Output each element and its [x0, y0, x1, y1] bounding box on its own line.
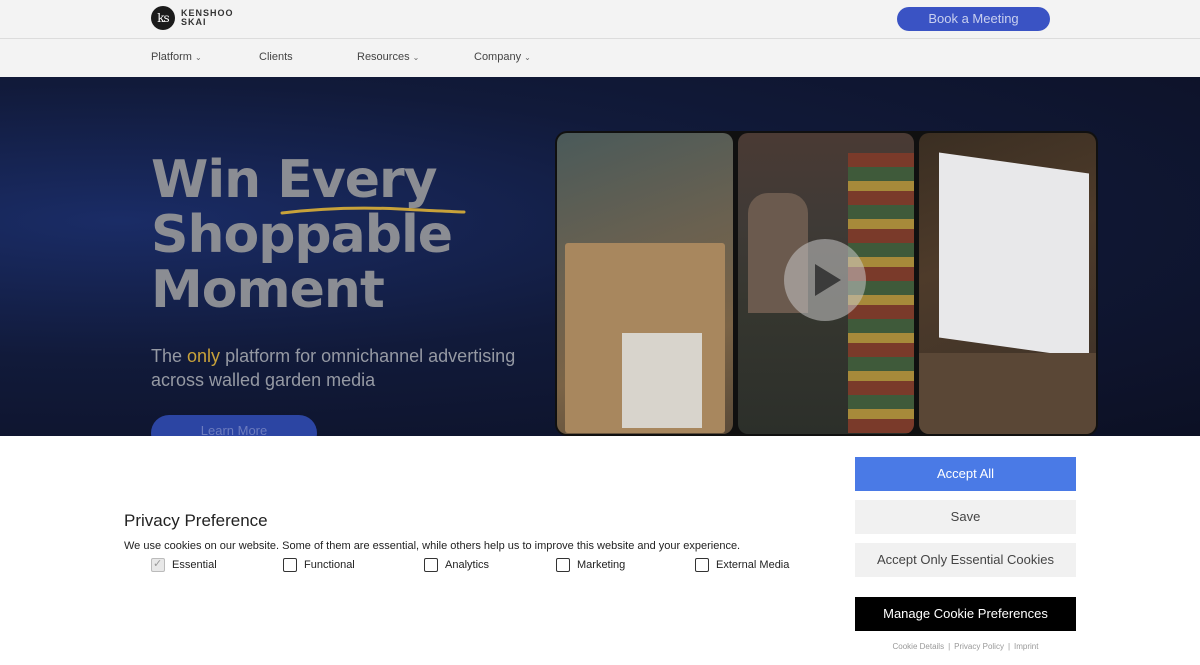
- hero-section: Win Every Shoppable Moment The only plat…: [0, 77, 1200, 437]
- cookie-option-marketing[interactable]: Marketing: [556, 558, 625, 572]
- cookie-links: Cookie Details | Privacy Policy | Imprint: [855, 642, 1076, 651]
- video-panel-packages: [557, 133, 733, 434]
- privacy-policy-link[interactable]: Privacy Policy: [954, 642, 1004, 651]
- chevron-down-icon: ⌄: [412, 52, 420, 62]
- logo-mark-icon: ks: [151, 6, 175, 30]
- option-label: Functional: [304, 559, 355, 571]
- logo-wordmark: KENSHOO SKAI: [181, 9, 234, 27]
- hero-title-line-3: Moment: [151, 260, 385, 320]
- nav-item-company[interactable]: Company ⌄: [474, 51, 531, 63]
- hero-title-line-1: Win Every: [151, 150, 438, 210]
- site-header: ks KENSHOO SKAI Book a Meeting Platform …: [0, 0, 1200, 77]
- cookie-option-analytics[interactable]: Analytics: [424, 558, 489, 572]
- logo[interactable]: ks KENSHOO SKAI: [151, 6, 234, 30]
- book-meeting-button[interactable]: Book a Meeting: [897, 7, 1050, 31]
- accept-essential-button[interactable]: Accept Only Essential Cookies: [855, 543, 1076, 577]
- hero-subtitle: The only platform for omnichannel advert…: [151, 344, 551, 392]
- underline-swoosh-icon: [280, 206, 466, 215]
- cookie-description: We use cookies on our website. Some of t…: [124, 540, 741, 552]
- video-panel-laptop: [919, 133, 1096, 434]
- checkbox-analytics[interactable]: [424, 558, 438, 572]
- checkbox-essential[interactable]: [151, 557, 165, 572]
- chevron-down-icon: ⌄: [524, 52, 531, 62]
- cookie-option-essential[interactable]: Essential: [151, 557, 217, 572]
- nav-item-label: Resources: [357, 51, 410, 63]
- hero-subtitle-highlight: only: [187, 346, 221, 366]
- logo-line-2: SKAI: [181, 17, 207, 27]
- checkbox-external-media[interactable]: [695, 558, 709, 572]
- link-separator: |: [948, 642, 951, 651]
- option-label: External Media: [716, 559, 790, 571]
- nav-item-label: Clients: [259, 51, 293, 63]
- top-bar: ks KENSHOO SKAI Book a Meeting: [0, 0, 1200, 39]
- checkbox-marketing[interactable]: [556, 558, 570, 572]
- play-button[interactable]: [784, 239, 866, 321]
- hero-title: Win Every Shoppable Moment: [151, 150, 453, 320]
- learn-more-button[interactable]: Learn More: [151, 415, 317, 437]
- cookie-title: Privacy Preference: [124, 511, 268, 530]
- manage-preferences-button[interactable]: Manage Cookie Preferences: [855, 597, 1076, 631]
- accept-all-button[interactable]: Accept All: [855, 457, 1076, 491]
- link-separator: |: [1007, 642, 1011, 651]
- hero-video[interactable]: [555, 131, 1098, 436]
- nav-item-clients[interactable]: Clients: [259, 51, 293, 63]
- option-label: Marketing: [577, 559, 626, 571]
- nav-item-platform[interactable]: Platform ⌄: [151, 51, 202, 63]
- imprint-link[interactable]: Imprint: [1014, 642, 1038, 651]
- nav-item-label: Company: [474, 51, 522, 63]
- main-nav: Platform ⌄ Clients Resources ⌄ Company ⌄: [0, 39, 1200, 77]
- option-label: Essential: [172, 559, 217, 571]
- save-button[interactable]: Save: [855, 500, 1076, 534]
- nav-item-resources[interactable]: Resources ⌄: [357, 51, 419, 63]
- chevron-down-icon: ⌄: [194, 52, 202, 62]
- cookie-option-functional[interactable]: Functional: [283, 558, 355, 572]
- hero-subtitle-prefix: The: [151, 346, 188, 366]
- checkbox-functional[interactable]: [283, 558, 297, 572]
- cookie-option-external-media[interactable]: External Media: [695, 558, 789, 572]
- option-label: Analytics: [445, 559, 490, 571]
- nav-item-label: Platform: [151, 51, 192, 63]
- cookie-banner: Privacy Preference We use cookies on our…: [0, 436, 1200, 665]
- cookie-details-link[interactable]: Cookie Details: [893, 642, 945, 651]
- play-icon: [815, 264, 841, 296]
